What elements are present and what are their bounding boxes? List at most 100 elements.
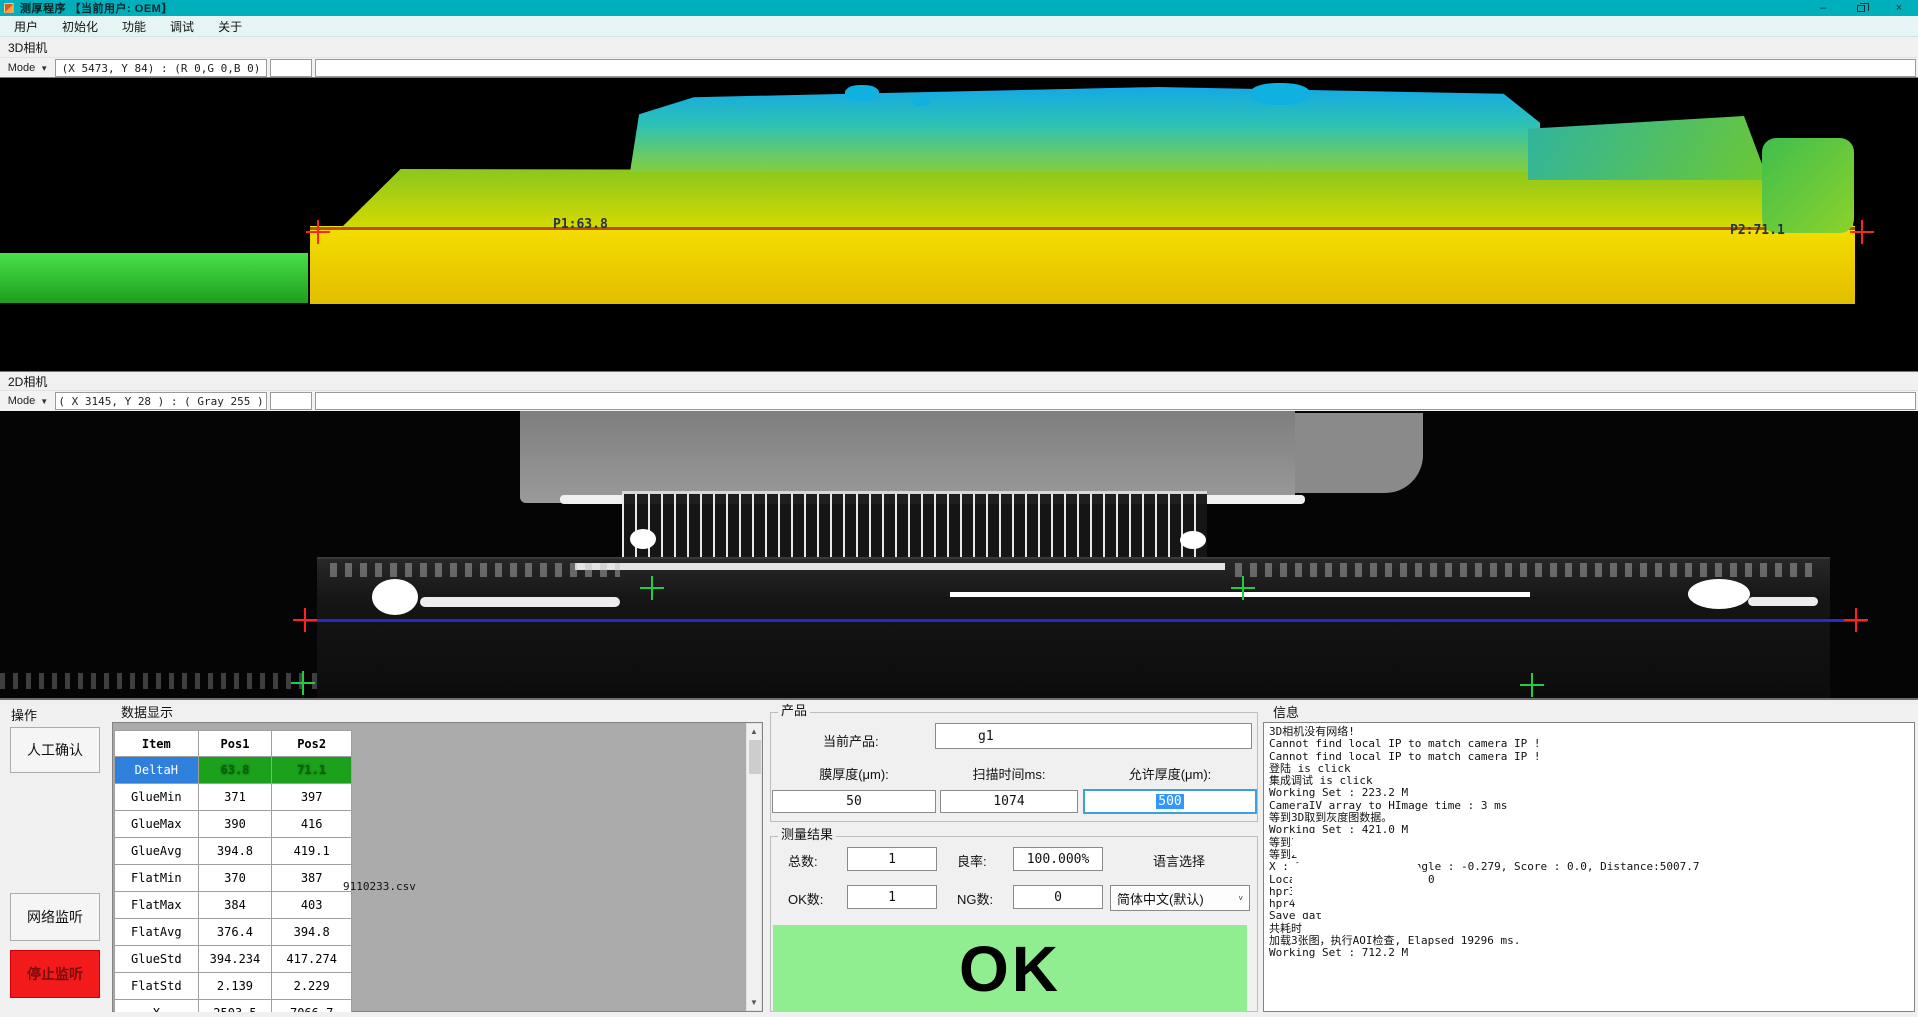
stop-listen-button[interactable]: 停止监听 bbox=[10, 950, 100, 998]
scan-time-input[interactable]: 1074 bbox=[940, 790, 1078, 813]
chevron-down-icon: ˅ bbox=[1238, 894, 1243, 903]
base-fixture bbox=[317, 557, 1830, 700]
camera2d-toolbar-box-long bbox=[315, 392, 1916, 410]
camera3d-toolbar: Mode ▼ (X 5473, Y 84) : (R 0,G 0,B 0) bbox=[0, 57, 1918, 77]
allowed-thickness-input[interactable]: 500 bbox=[1083, 789, 1257, 814]
measure-marker-left-icon bbox=[293, 608, 317, 632]
current-product-label: 当前产品: bbox=[823, 731, 879, 750]
redaction-blob bbox=[938, 725, 974, 747]
menu-item[interactable]: 调试 bbox=[160, 16, 204, 37]
scroll-down-icon[interactable]: ▼ bbox=[750, 995, 758, 1010]
menu-item[interactable]: 关于 bbox=[208, 16, 252, 37]
menu-item[interactable]: 功能 bbox=[112, 16, 156, 37]
table-row[interactable]: FlatAvg376.4394.8 bbox=[115, 919, 352, 946]
total-value-box: 1 bbox=[847, 847, 937, 871]
heightmap-edge-line bbox=[310, 227, 1855, 230]
heightmap-right-tab bbox=[1762, 138, 1854, 233]
table-row[interactable]: GlueMin371397 bbox=[115, 784, 352, 811]
log-line: Cannot find local IP to match camera IP … bbox=[1264, 738, 1914, 750]
glue-blob bbox=[1688, 579, 1750, 609]
heightmap-cyan-blob bbox=[912, 96, 930, 106]
pad-row-left bbox=[330, 563, 620, 577]
close-button[interactable]: × bbox=[1880, 0, 1918, 16]
language-dropdown[interactable]: 简体中文(默认) ˅ bbox=[1110, 885, 1250, 911]
film-thickness-label: 膜厚度(μm): bbox=[772, 764, 936, 783]
locate-marker-icon bbox=[1520, 673, 1544, 697]
total-label: 总数: bbox=[788, 851, 818, 870]
pcb-board-extension bbox=[1295, 413, 1423, 493]
measure-marker-right-icon bbox=[1844, 608, 1868, 632]
result-status-banner: OK bbox=[773, 925, 1247, 1012]
language-select-label: 语言选择 bbox=[1153, 851, 1205, 870]
info-group-label: 信息 bbox=[1270, 702, 1302, 721]
table-header-row: Item Pos1 Pos2 bbox=[115, 731, 352, 757]
data-display-scrollbar[interactable]: ▲ ▼ bbox=[746, 723, 762, 1011]
scan-time-label: 扫描时间ms: bbox=[940, 764, 1078, 783]
restore-button[interactable] bbox=[1842, 0, 1880, 16]
pcb-board bbox=[520, 411, 1295, 503]
camera2d-toolbar-box-empty bbox=[270, 392, 312, 410]
camera3d-pixel-readout: (X 5473, Y 84) : (R 0,G 0,B 0) bbox=[55, 59, 267, 77]
yield-value-box: 100.000% bbox=[1013, 847, 1103, 871]
table-row[interactable]: X2503.57066.7 bbox=[115, 1000, 352, 1013]
glue-blob bbox=[372, 579, 418, 615]
table-row[interactable]: GlueAvg394.8419.1 bbox=[115, 838, 352, 865]
table-row[interactable]: DeltaH 63.8 71.1 bbox=[115, 757, 352, 784]
film-thickness-input[interactable]: 50 bbox=[772, 790, 936, 813]
camera2d-pixel-readout: ( X 3145, Y 28 ) : ( Gray 255 ) bbox=[55, 392, 267, 410]
menu-item[interactable]: 初始化 bbox=[52, 16, 108, 37]
table-row[interactable]: FlatStd2.1392.229 bbox=[115, 973, 352, 1000]
p2-annotation: P2:71.1 bbox=[1730, 223, 1785, 238]
camera3d-label: 3D相机 bbox=[8, 39, 47, 56]
scroll-up-icon[interactable]: ▲ bbox=[750, 724, 758, 739]
allowed-thickness-label: 允许厚度(μm): bbox=[1083, 764, 1257, 783]
application-window: 测厚程序 【当前用户: OEM】 – × 用户初始化功能调试关于 3D相机 Mo… bbox=[0, 0, 1918, 1017]
product-group-label: 产品 bbox=[778, 700, 810, 719]
ok-count-box: 1 bbox=[847, 885, 937, 909]
scrollbar-thumb[interactable] bbox=[749, 740, 761, 774]
camera2d-toolbar: Mode ▼ ( X 3145, Y 28 ) : ( Gray 255 ) bbox=[0, 390, 1918, 411]
menu-bar: 用户初始化功能调试关于 bbox=[0, 16, 1918, 37]
camera3d-label-row: 3D相机 bbox=[0, 37, 1918, 57]
camera2d-mode-dropdown[interactable]: Mode ▼ bbox=[2, 392, 54, 410]
bottom-panel: 操作 人工确认 网络监听 停止监听 数据显示 Item Pos1 Pos2 De… bbox=[0, 700, 1918, 1017]
title-bar: 测厚程序 【当前用户: OEM】 – × bbox=[0, 0, 1918, 16]
table-row[interactable]: GlueMax390416 bbox=[115, 811, 352, 838]
camera3d-mode-dropdown[interactable]: Mode ▼ bbox=[2, 59, 54, 77]
measurement-table[interactable]: Item Pos1 Pos2 DeltaH 63.8 71.1 GlueMin3… bbox=[114, 730, 352, 1012]
measure-guide-line bbox=[305, 619, 1867, 622]
network-listen-button[interactable]: 网络监听 bbox=[10, 893, 100, 941]
menu-item[interactable]: 用户 bbox=[4, 16, 48, 37]
ng-count-box: 0 bbox=[1013, 885, 1103, 909]
measure-marker-p1-icon bbox=[306, 220, 330, 244]
glue-streak bbox=[1748, 597, 1818, 606]
locate-marker-icon bbox=[640, 576, 664, 600]
camera2d-label: 2D相机 bbox=[8, 373, 47, 390]
p1-annotation: P1:63.8 bbox=[553, 217, 608, 232]
heightmap-cyan-blob bbox=[845, 85, 879, 101]
data-display-clip: Item Pos1 Pos2 DeltaH 63.8 71.1 GlueMin3… bbox=[112, 722, 763, 1012]
connector-bottom-band bbox=[575, 563, 1225, 570]
selected-text: 500 bbox=[1156, 794, 1183, 809]
log-line: Working Set : 712.2 M bbox=[1264, 947, 1914, 959]
log-line: Cannot find local IP to match camera IP … bbox=[1264, 751, 1914, 763]
pad-row-right bbox=[1235, 563, 1815, 577]
heightmap-cyan-region bbox=[630, 87, 1540, 172]
locate-marker-icon bbox=[291, 671, 315, 695]
results-group-label: 测量结果 bbox=[778, 824, 836, 843]
table-row[interactable]: FlatMax384403 bbox=[115, 892, 352, 919]
manual-confirm-button[interactable]: 人工确认 bbox=[10, 727, 100, 773]
glue-streak bbox=[420, 597, 620, 607]
camera3d-toolbar-box-empty bbox=[270, 59, 312, 77]
camera3d-toolbar-box-long bbox=[315, 59, 1916, 77]
table-row[interactable]: GlueStd394.234417.274 bbox=[115, 946, 352, 973]
current-product-input[interactable]: g1 bbox=[935, 723, 1252, 749]
table-row[interactable]: FlatMin370387 bbox=[115, 865, 352, 892]
camera2d-viewport[interactable] bbox=[0, 411, 1918, 700]
locate-marker-icon bbox=[1231, 576, 1255, 600]
camera3d-viewport[interactable]: P1:63.8 P2:71.1 bbox=[0, 77, 1918, 372]
restore-icon bbox=[1857, 5, 1865, 12]
chevron-down-icon: ▼ bbox=[40, 397, 48, 406]
camera2d-label-row: 2D相机 bbox=[0, 372, 1918, 390]
minimize-button[interactable]: – bbox=[1804, 0, 1842, 16]
